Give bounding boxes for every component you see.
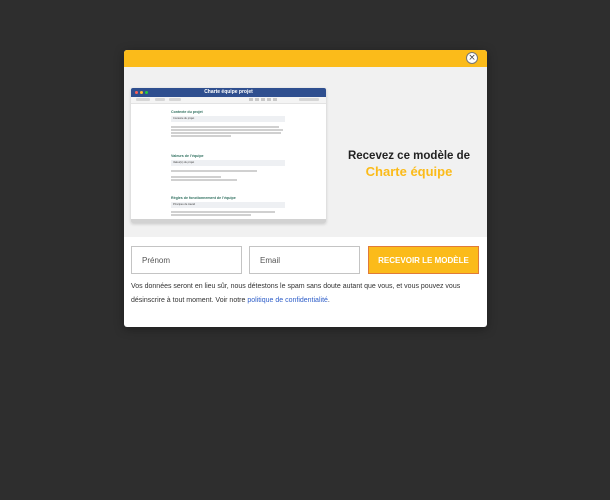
submit-button[interactable]: RECEVOIR LE MODÈLE [368, 246, 479, 274]
close-icon[interactable]: × [466, 52, 478, 64]
preview-section-title: Valeurs de l’équipe [171, 154, 204, 158]
privacy-notice: Vos données seront en lieu sûr, nous dét… [131, 280, 476, 307]
privacy-end: . [327, 296, 330, 304]
preview-section-title: Règles de fonctionnement de l’équipe [171, 196, 236, 200]
email-input[interactable] [249, 246, 360, 274]
preview-field: Valeur(s) du projet [171, 160, 285, 166]
headline-line-2: Charte équipe [365, 164, 453, 179]
template-preview-image: Charte équipe projet Contexte du projet … [131, 88, 326, 223]
preview-title: Charte équipe projet [204, 89, 253, 95]
preview-titlebar: Charte équipe projet [131, 88, 326, 97]
preview-field: Contexte du projet [171, 116, 285, 122]
preview-section-title: Contexte du projet [171, 110, 203, 114]
preview-toolbar [131, 97, 326, 104]
modal-topbar: × [124, 50, 487, 67]
modal-hero: Charte équipe projet Contexte du projet … [124, 67, 487, 254]
privacy-policy-link[interactable]: politique de confidentialité [247, 297, 328, 304]
preview-body: Contexte du projet Contexte du projet Va… [131, 104, 326, 220]
preview-field: Principes de travail [171, 202, 285, 208]
preview-footer [131, 219, 326, 223]
first-name-input[interactable] [131, 246, 242, 274]
headline-line-1: Recevez ce modèle de [347, 150, 471, 162]
modal-headline: Recevez ce modèle de Charte équipe [331, 149, 487, 180]
signup-modal: × Charte équipe projet Contexte du proje… [124, 50, 487, 327]
